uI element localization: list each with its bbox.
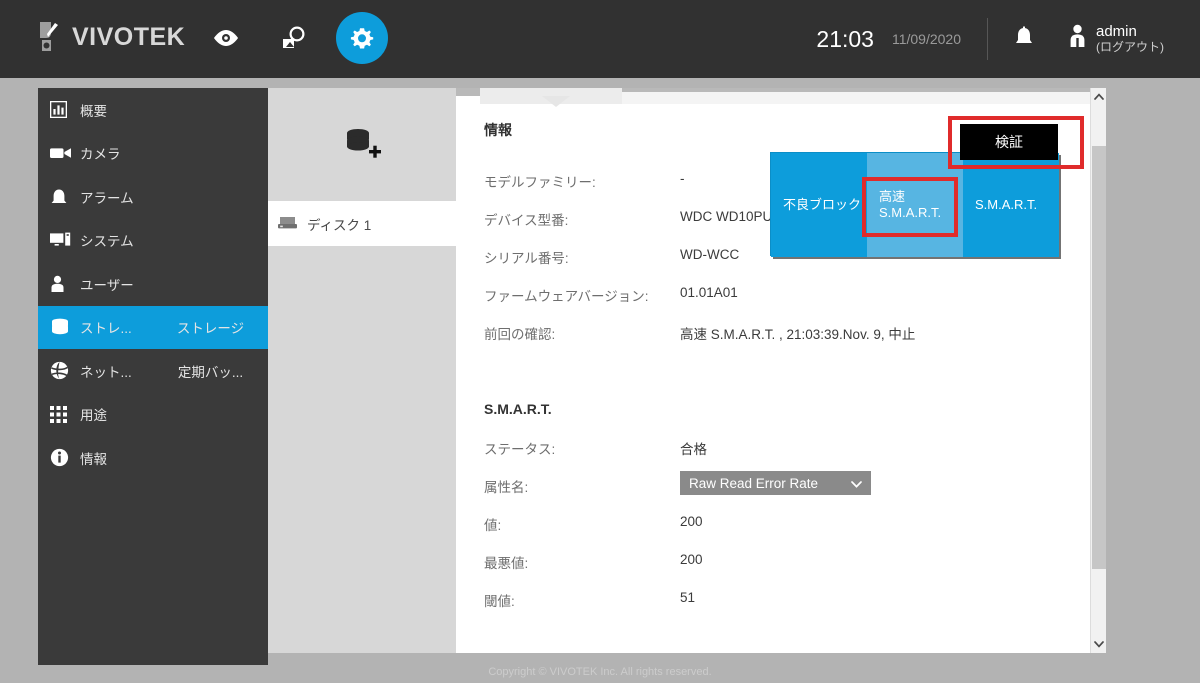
info-icon: [50, 448, 80, 467]
info-label: モデルファミリー:: [484, 175, 596, 190]
smart-attribute-label: 属性名:: [484, 480, 529, 495]
monitor-icon: [50, 232, 80, 248]
info-value: 高速 S.M.A.R.T. , 21:03:39.Nov. 9, 中止: [680, 327, 916, 342]
smart-value: 200: [680, 552, 703, 567]
header-status-area: 21:03 11/09/2020 admin (ログアウト): [816, 0, 1200, 78]
smart-value: 200: [680, 514, 703, 529]
disk-check-menu: 不良ブロック 高速 S.M.A.R.T. S.M.A.R.T.: [770, 152, 1059, 257]
content-scrollbar[interactable]: [1090, 88, 1106, 653]
disk-list-pane: ディスク 1: [268, 88, 456, 653]
info-value: WDC WD10PU: [680, 209, 773, 224]
app-header: VIVOTEK 21:03 11/09/2020 admin (ログアウト): [0, 0, 1200, 78]
sidebar-subitem-backup[interactable]: 定期バッ...: [153, 349, 268, 393]
sidebar-item-label: 用途: [80, 408, 107, 424]
attribute-name-value: Raw Read Error Rate: [689, 475, 819, 491]
sidebar-item-info[interactable]: 情報: [38, 436, 153, 480]
sidebar-primary: 概要 カメラ アラーム システム ユーザー ストレ... ネット... 用途 情…: [38, 88, 153, 665]
add-disk-button[interactable]: [268, 88, 456, 201]
bell-icon: [50, 188, 80, 206]
smart-check-button[interactable]: S.M.A.R.T.: [963, 153, 1059, 257]
sidebar-item-camera[interactable]: カメラ: [38, 132, 153, 176]
clock-date: 11/09/2020: [891, 31, 961, 47]
hdd-icon: [278, 215, 297, 233]
sidebar-item-label: アラーム: [80, 190, 134, 206]
sidebar-item-storage[interactable]: ストレ...: [38, 305, 153, 349]
sidebar-item-network[interactable]: ネット...: [38, 349, 153, 393]
info-label: 前回の確認:: [484, 327, 556, 342]
logout-link[interactable]: (ログアウト): [1096, 40, 1164, 55]
footer: Copyright © VIVOTEK Inc. All rights rese…: [0, 666, 1200, 683]
clock-time: 21:03: [816, 25, 874, 52]
info-value: -: [680, 171, 685, 186]
chevron-down-icon: [851, 476, 862, 491]
user-menu[interactable]: admin (ログアウト): [1068, 23, 1164, 54]
tab-strip: [456, 88, 1090, 104]
fast-smart-check-button[interactable]: 高速 S.M.A.R.T.: [867, 153, 963, 257]
vivotek-logo[interactable]: VIVOTEK: [38, 20, 185, 54]
sidebar-item-label: システム: [80, 234, 134, 250]
database-icon: [50, 318, 80, 336]
bell-icon[interactable]: [1014, 26, 1034, 53]
sidebar-item-usage[interactable]: 用途: [38, 393, 153, 437]
header-divider: [987, 18, 988, 60]
grid-icon: [50, 405, 80, 423]
smart-label: 最悪値:: [484, 556, 529, 571]
chevron-down-icon[interactable]: [1091, 636, 1107, 653]
sidebar-item-label: ストレ...: [80, 321, 132, 337]
verify-button[interactable]: 検証: [960, 124, 1058, 160]
bad-block-check-button[interactable]: 不良ブロック: [771, 153, 867, 257]
list-item-label: ディスク 1: [307, 217, 372, 233]
camera-icon: [50, 146, 80, 160]
chevron-up-icon[interactable]: [1091, 88, 1107, 105]
globe-icon: [50, 361, 80, 380]
vivotek-logo-text: VIVOTEK: [72, 22, 186, 51]
scrollbar-thumb[interactable]: [1092, 146, 1106, 569]
sidebar-subitem-storage[interactable]: ストレージ: [153, 305, 268, 349]
smart-label: ステータス:: [484, 442, 556, 457]
list-item[interactable]: ディスク 1: [268, 201, 456, 246]
info-value: 01.01A01: [680, 285, 738, 300]
smart-check-label: S.M.A.R.T.: [975, 196, 1038, 212]
copyright-text: Copyright © VIVOTEK Inc. All rights rese…: [488, 666, 712, 678]
smart-value: 合格: [680, 442, 707, 457]
info-value: WD-WCC: [680, 247, 740, 262]
smart-label: 閾値:: [484, 594, 515, 609]
sidebar-secondary: ストレージ 定期バッ...: [153, 88, 268, 665]
info-label: デバイス型番:: [484, 213, 569, 228]
eye-icon[interactable]: [200, 12, 252, 64]
app-root: VIVOTEK 21:03 11/09/2020 admin (ログアウト) 概…: [0, 0, 1200, 683]
vivotek-logo-mark: [38, 20, 68, 54]
attribute-name-select[interactable]: Raw Read Error Rate: [680, 471, 871, 495]
info-label: ファームウェアバージョン:: [484, 289, 649, 304]
sidebar-item-overview[interactable]: 概要: [38, 88, 153, 132]
search-playback-icon[interactable]: [268, 12, 320, 64]
sidebar-item-label: ユーザー: [80, 277, 134, 293]
smart-label: 値:: [484, 518, 502, 533]
info-label: シリアル番号:: [484, 251, 569, 266]
sidebar-item-label: 概要: [80, 103, 107, 119]
gear-icon[interactable]: [336, 12, 388, 64]
sidebar-item-label: ネット...: [80, 364, 132, 380]
tab-pointer-caret: [542, 96, 570, 107]
user-icon: [50, 275, 80, 293]
sidebar-item-user[interactable]: ユーザー: [38, 262, 153, 306]
user-icon: [1068, 24, 1087, 53]
sidebar-item-alarm[interactable]: アラーム: [38, 175, 153, 219]
fast-smart-label-line1: 高速: [879, 188, 906, 204]
smart-value: 51: [680, 590, 696, 605]
user-name: admin: [1096, 23, 1137, 41]
bad-block-check-label: 不良ブロック: [783, 196, 862, 212]
chart-icon: [50, 101, 80, 119]
smart-section-title: S.M.A.R.T.: [484, 401, 552, 417]
sidebar-item-label: 情報: [80, 451, 107, 467]
info-section-title: 情報: [484, 122, 512, 138]
sidebar-item-label: カメラ: [80, 147, 121, 163]
database-add-icon: [347, 128, 381, 158]
sidebar-item-system[interactable]: システム: [38, 219, 153, 263]
fast-smart-label-line2: S.M.A.R.T.: [879, 205, 942, 220]
tab-strip-rest: [622, 92, 1090, 104]
header-nav-icons: [200, 12, 388, 64]
